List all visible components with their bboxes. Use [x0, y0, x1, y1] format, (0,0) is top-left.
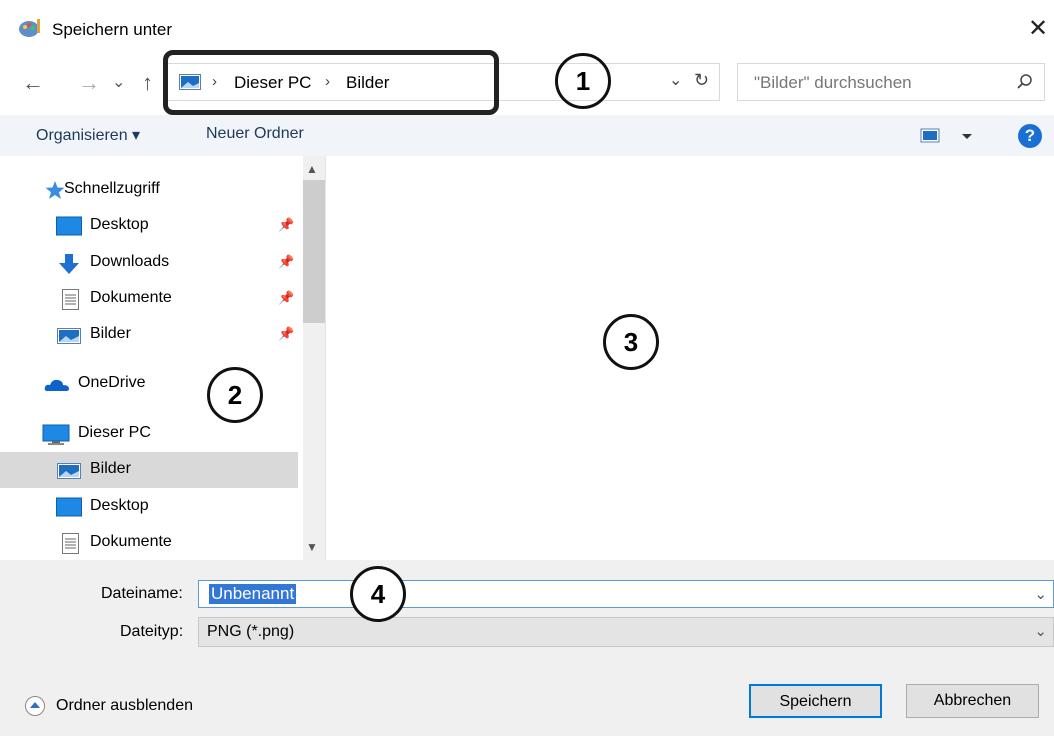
back-button[interactable]: ←	[22, 70, 44, 96]
sidebar-item-dieser-pc[interactable]: Dieser PC	[0, 416, 298, 452]
navigation-pane: Schnellzugriff Desktop 📌 Downloads 📌 Dok…	[0, 156, 326, 560]
sidebar-item-dokumente[interactable]: Dokumente 📌	[0, 281, 298, 317]
sidebar-item-label: OneDrive	[78, 374, 146, 391]
computer-icon	[42, 424, 70, 445]
save-as-dialog: Speichern unter ✕ ← → ⌄ ↑ › Dieser PC › …	[0, 0, 1054, 736]
filename-input[interactable]: Unbenannt ⌄	[198, 580, 1054, 608]
new-folder-button[interactable]: Neuer Ordner	[206, 125, 304, 143]
annotation-callout-4: 4	[350, 566, 406, 622]
sidebar-item-label: Dokumente	[90, 533, 172, 550]
scroll-down-icon[interactable]: ▼	[306, 540, 318, 554]
up-button[interactable]: ↑	[142, 70, 153, 96]
document-icon	[62, 289, 79, 310]
annotation-callout-3: 3	[603, 314, 659, 370]
title-bar: Speichern unter ✕	[0, 0, 1054, 58]
sidebar-item-label: Bilder	[90, 325, 131, 342]
star-icon	[45, 181, 65, 199]
search-icon[interactable]	[1015, 72, 1035, 92]
sidebar-item-label: Downloads	[90, 253, 170, 270]
sidebar-item-dokumente-pc[interactable]: Dokumente	[0, 525, 298, 561]
sidebar-item-downloads[interactable]: Downloads 📌	[0, 245, 298, 281]
recent-locations-button[interactable]: ⌄	[112, 72, 125, 92]
document-icon	[62, 533, 79, 554]
scroll-up-icon[interactable]: ▲	[306, 162, 318, 176]
annotation-callout-2: 2	[207, 367, 263, 423]
sidebar-item-label: Dieser PC	[78, 424, 151, 441]
sidebar-item-label: Bilder	[90, 460, 131, 477]
sidebar-item-schnellzugriff[interactable]: Schnellzugriff	[0, 172, 298, 208]
filename-label: Dateiname:	[101, 585, 183, 602]
search-box[interactable]: "Bilder" durchsuchen	[737, 63, 1045, 101]
cloud-icon	[44, 379, 69, 391]
address-dropdown-icon[interactable]: ⌄	[669, 70, 682, 90]
help-icon[interactable]: ?	[1018, 124, 1042, 148]
sidebar-item-desktop[interactable]: Desktop 📌	[0, 208, 298, 244]
search-placeholder: "Bilder" durchsuchen	[754, 73, 912, 92]
hide-folders-button[interactable]: Ordner ausblenden	[56, 697, 193, 715]
chevron-down-icon[interactable]: ⌄	[1034, 622, 1047, 640]
annotation-callout-1: 1	[555, 53, 611, 109]
pin-icon: 📌	[278, 290, 295, 305]
pin-icon: 📌	[278, 326, 295, 341]
close-button[interactable]: ✕	[1028, 14, 1048, 43]
cancel-button[interactable]: Abbrechen	[906, 684, 1039, 718]
sidebar-item-bilder-quick[interactable]: Bilder 📌	[0, 317, 298, 353]
hide-folders-icon[interactable]	[24, 695, 46, 717]
pictures-icon	[57, 463, 81, 479]
refresh-icon[interactable]: ↻	[694, 70, 709, 91]
scrollbar-thumb[interactable]	[303, 180, 325, 323]
download-icon	[59, 254, 79, 274]
desktop-icon	[56, 497, 82, 517]
sidebar-item-label: Desktop	[90, 216, 149, 233]
filetype-select[interactable]: PNG (*.png) ⌄	[198, 617, 1054, 647]
command-bar: Organisieren ▾ Neuer Ordner ?	[0, 115, 1054, 156]
forward-button[interactable]: →	[78, 70, 100, 96]
organize-button[interactable]: Organisieren ▾	[36, 125, 140, 145]
filetype-value: PNG (*.png)	[207, 623, 295, 640]
window-title: Speichern unter	[52, 20, 173, 39]
pin-icon: 📌	[278, 217, 295, 232]
sidebar-item-label: Dokumente	[90, 289, 172, 306]
filetype-label: Dateityp:	[120, 623, 184, 640]
filename-value: Unbenannt	[209, 584, 297, 604]
paint-app-icon	[19, 19, 40, 37]
pin-icon: 📌	[278, 254, 295, 269]
sidebar-item-bilder[interactable]: Bilder	[0, 452, 298, 488]
annotation-highlight-box	[163, 50, 499, 115]
desktop-icon	[56, 216, 82, 236]
chevron-down-icon[interactable]: ⌄	[1034, 585, 1047, 603]
save-button[interactable]: Speichern	[749, 684, 882, 718]
sidebar-item-label: Desktop	[90, 497, 149, 514]
view-options-icon[interactable]	[918, 126, 978, 146]
sidebar-item-desktop-pc[interactable]: Desktop	[0, 489, 298, 525]
pictures-icon	[57, 328, 81, 344]
file-list-area[interactable]	[330, 156, 1054, 560]
sidebar-item-label: Schnellzugriff	[64, 180, 160, 197]
